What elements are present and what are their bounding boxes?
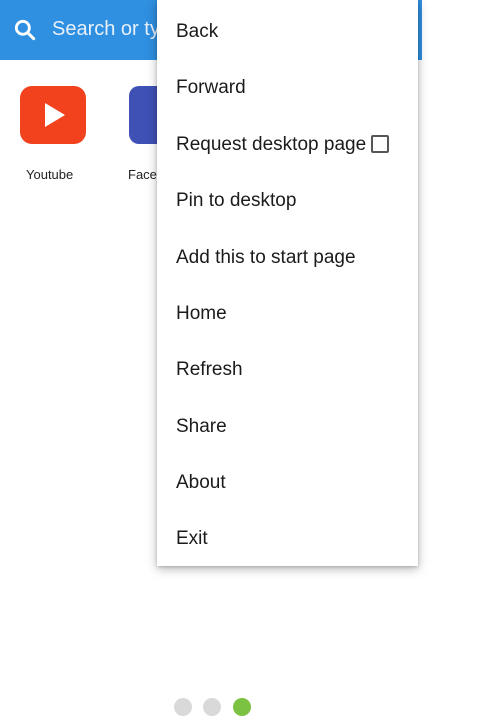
play-icon (45, 103, 65, 127)
search-icon (14, 19, 36, 41)
shortcut-facebook-label: Facebook (128, 167, 158, 182)
menu-item-about[interactable]: About (176, 463, 226, 503)
menu-item-share[interactable]: Share (176, 407, 227, 447)
shortcut-youtube-label: Youtube (26, 167, 74, 182)
page-indicator-dot[interactable] (203, 698, 221, 716)
menu-item-request-desktop-page[interactable]: Request desktop page (176, 125, 366, 165)
menu-item-home[interactable]: Home (176, 294, 227, 334)
menu-item-forward[interactable]: Forward (176, 68, 246, 108)
page-indicator-dot[interactable] (174, 698, 192, 716)
shortcut-youtube[interactable] (20, 86, 86, 144)
page-indicator-dot-active[interactable] (233, 698, 251, 716)
overflow-menu: Back Forward Request desktop page Pin to… (157, 0, 418, 566)
menu-item-back[interactable]: Back (176, 12, 218, 52)
request-desktop-checkbox[interactable] (371, 135, 389, 153)
menu-item-pin-to-desktop[interactable]: Pin to desktop (176, 181, 296, 221)
menu-item-exit[interactable]: Exit (176, 519, 208, 559)
menu-item-add-to-start-page[interactable]: Add this to start page (176, 238, 356, 278)
menu-item-refresh[interactable]: Refresh (176, 350, 243, 390)
